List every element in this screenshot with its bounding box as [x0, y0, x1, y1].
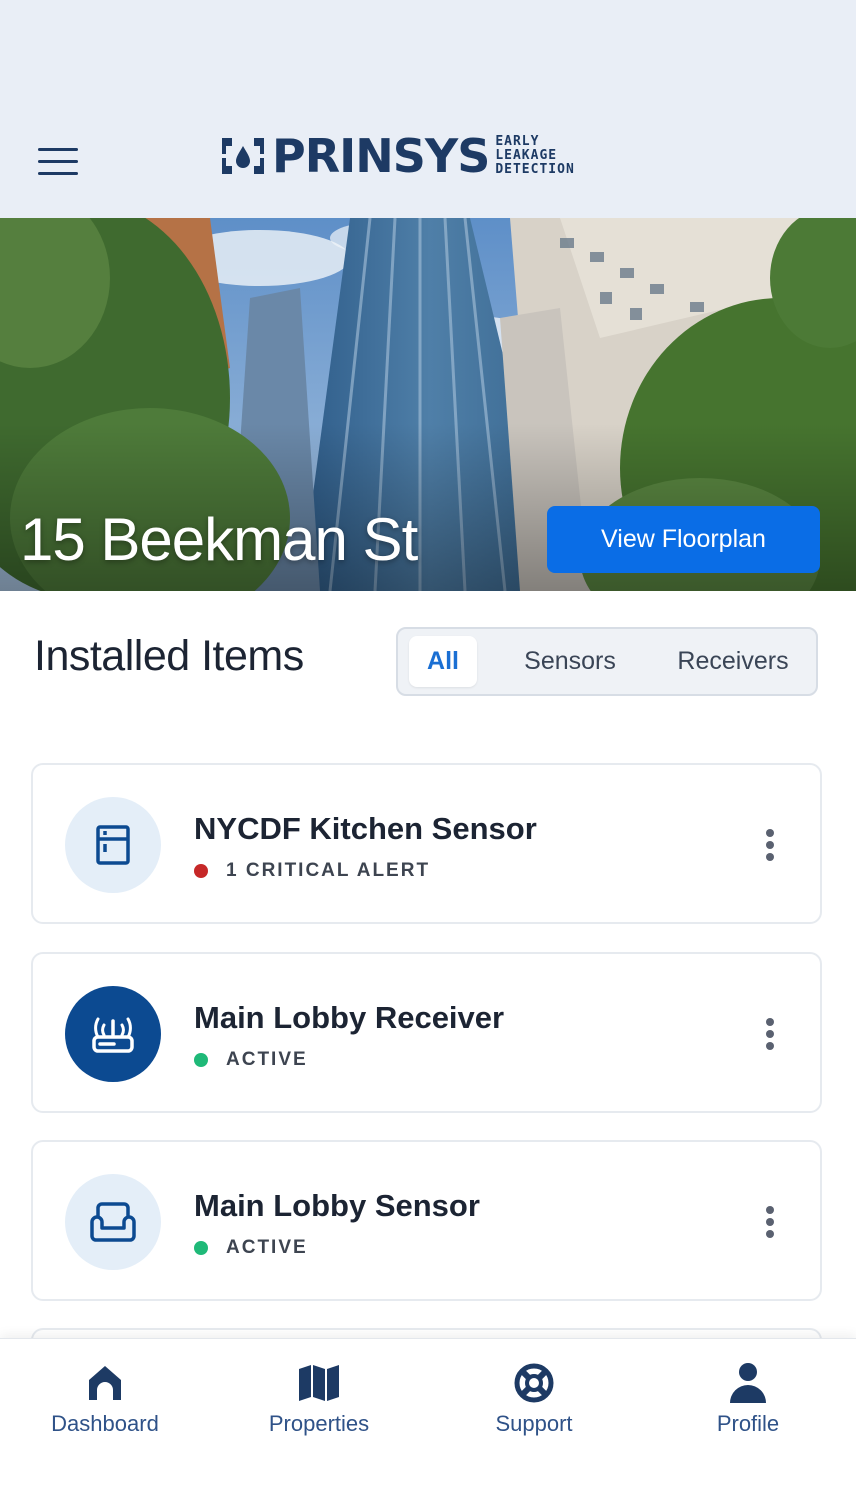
tab-properties[interactable]: Properties: [229, 1361, 409, 1451]
device-status: ACTIVE: [194, 1049, 308, 1071]
property-name: 15 Beekman St: [20, 506, 418, 573]
device-status: ACTIVE: [194, 1237, 308, 1259]
bottom-tab-bar: Dashboard Properties Support Profile: [0, 1338, 856, 1501]
status-text: ACTIVE: [226, 1237, 308, 1258]
view-floorplan-button[interactable]: View Floorplan: [547, 506, 820, 573]
device-status: 1 CRITICAL ALERT: [194, 860, 430, 882]
device-avatar: [65, 1174, 161, 1270]
lifebuoy-icon: [514, 1363, 554, 1403]
list-item[interactable]: Main Lobby Sensor ACTIVE: [31, 1140, 822, 1301]
router-icon: [92, 1017, 134, 1053]
critical-status-dot: [194, 864, 208, 878]
tab-profile[interactable]: Profile: [658, 1361, 838, 1451]
menu-icon[interactable]: [36, 144, 80, 180]
user-icon: [730, 1363, 766, 1403]
fridge-icon: [96, 825, 130, 865]
home-icon: [89, 1366, 121, 1400]
brand-logo: PRINSYS EARLY LEAKAGE DETECTION: [220, 130, 575, 182]
tab-label: Properties: [268, 1411, 370, 1436]
map-icon: [299, 1365, 339, 1401]
active-status-dot: [194, 1053, 208, 1067]
more-options-icon[interactable]: [760, 825, 780, 865]
logo-mark-icon: [222, 138, 264, 174]
more-options-icon[interactable]: [760, 1202, 780, 1242]
item-filter-segmented-control: All Sensors Receivers: [396, 627, 818, 696]
more-options-icon[interactable]: [760, 1014, 780, 1054]
tagline-line-1: EARLY: [495, 134, 540, 149]
tab-dashboard[interactable]: Dashboard: [15, 1361, 195, 1451]
status-text: 1 CRITICAL ALERT: [226, 860, 431, 881]
filter-all[interactable]: All: [409, 636, 477, 687]
tab-label: Profile: [716, 1411, 780, 1436]
tab-label: Dashboard: [51, 1411, 159, 1436]
tab-support[interactable]: Support: [444, 1361, 624, 1451]
list-item[interactable]: NYCDF Kitchen Sensor 1 CRITICAL ALERT: [31, 763, 822, 924]
tagline-line-2: LEAKAGE: [495, 148, 558, 163]
couch-icon: [90, 1202, 136, 1242]
brand-name: PRINSYS: [272, 129, 490, 183]
active-status-dot: [194, 1241, 208, 1255]
device-name: Main Lobby Sensor: [194, 1188, 480, 1223]
device-avatar: [65, 797, 161, 893]
device-name: Main Lobby Receiver: [194, 1000, 505, 1035]
tab-label: Support: [495, 1411, 573, 1436]
device-avatar: [65, 986, 161, 1082]
filter-sensors[interactable]: Sensors: [500, 636, 640, 687]
list-item[interactable]: Main Lobby Receiver ACTIVE: [31, 952, 822, 1113]
device-name: NYCDF Kitchen Sensor: [194, 811, 537, 846]
filter-receivers[interactable]: Receivers: [658, 636, 808, 687]
brand-tagline: EARLY LEAKAGE DETECTION: [495, 135, 574, 177]
app-header: PRINSYS EARLY LEAKAGE DETECTION: [0, 0, 856, 218]
installed-items-title: Installed Items: [34, 632, 304, 680]
tagline-line-3: DETECTION: [495, 162, 575, 177]
status-text: ACTIVE: [226, 1049, 308, 1070]
